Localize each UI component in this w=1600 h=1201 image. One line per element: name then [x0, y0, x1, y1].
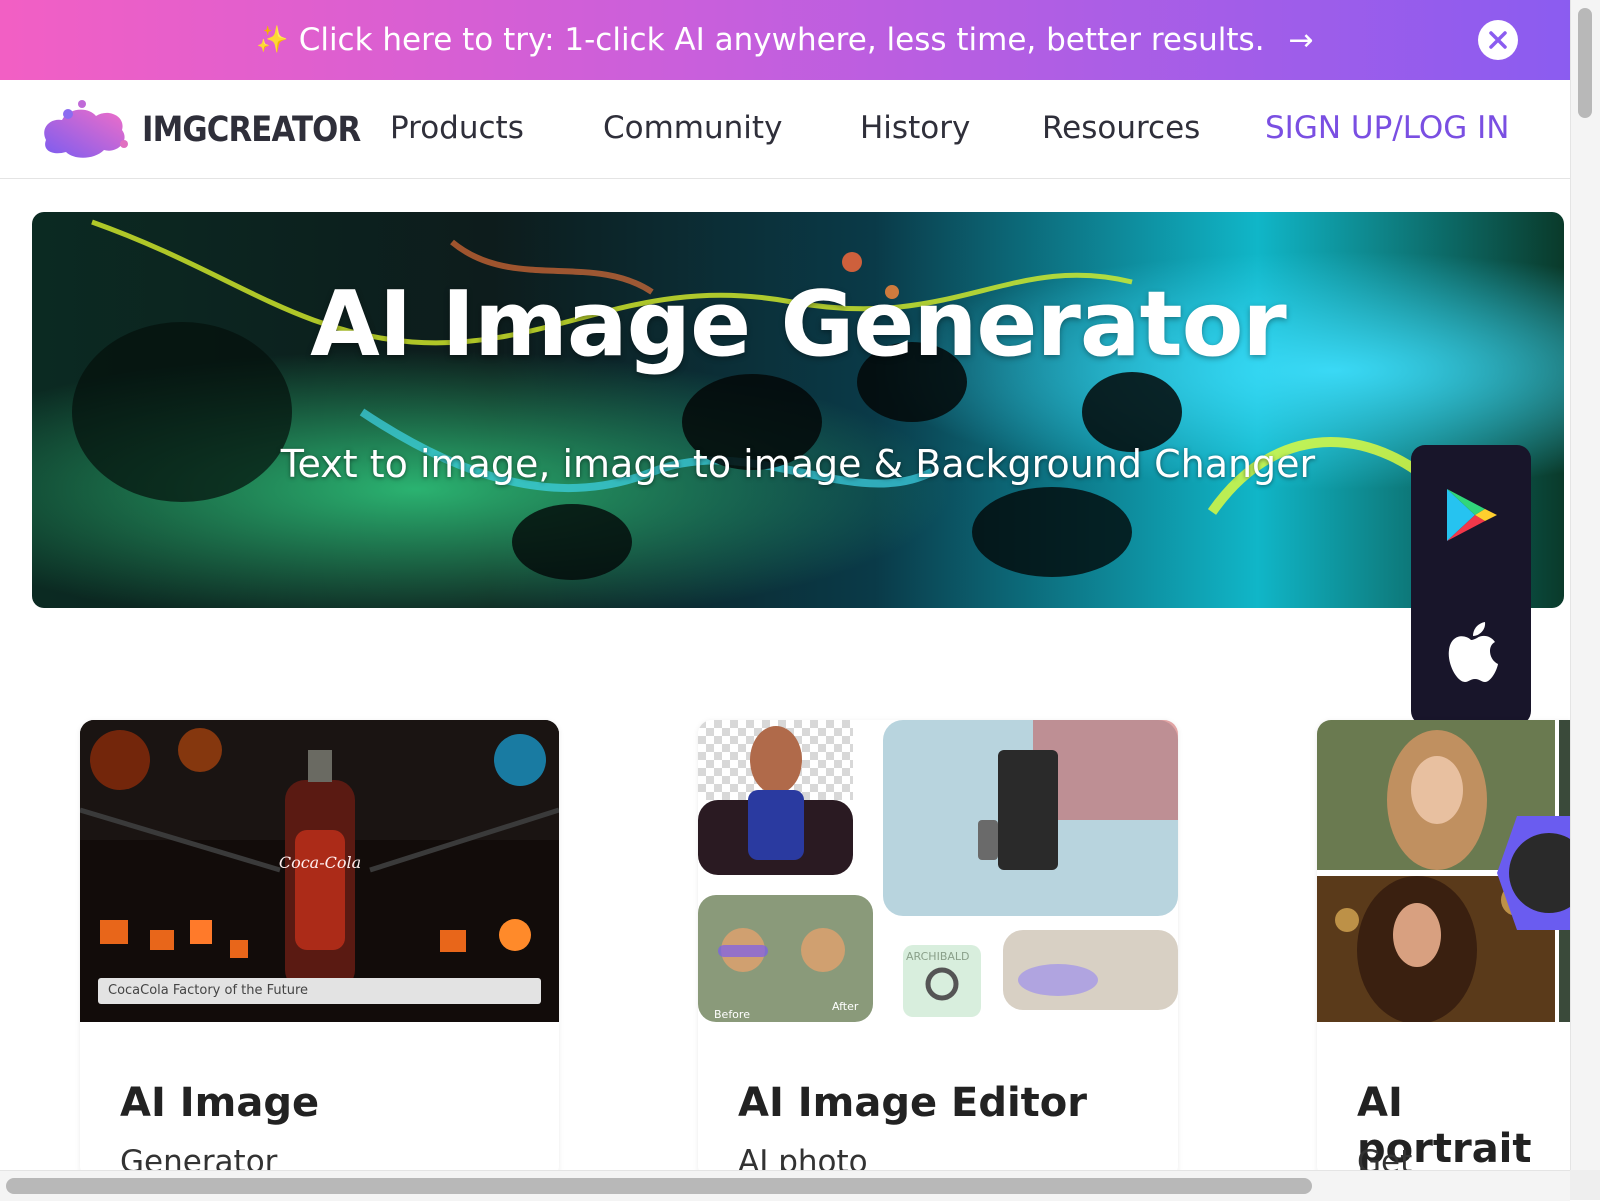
app-download-panel [1411, 445, 1531, 725]
promo-banner-link[interactable]: ✨ Click here to try: 1-click AI anywhere… [256, 22, 1313, 58]
sparkle-icon: ✨ [256, 25, 289, 55]
close-banner-button[interactable] [1478, 20, 1518, 60]
google-play-button[interactable] [1441, 485, 1501, 545]
portrait-collage-image [1317, 720, 1570, 1022]
before-label: Before [714, 1008, 750, 1021]
card-image: Before After ARCHIBALD [698, 720, 1178, 1022]
factory-image: Coca-Cola [80, 720, 559, 1022]
product-card-ai-portrait[interactable]: AI portrait Get [1317, 720, 1570, 1180]
vertical-scrollbar-thumb[interactable] [1578, 8, 1592, 118]
close-icon [1489, 31, 1507, 49]
logo-icon [44, 100, 128, 158]
product-card-ai-image-editor[interactable]: Before After ARCHIBALD AI Image Editor A… [698, 720, 1178, 1180]
logo[interactable]: IMGCREATOR [38, 98, 390, 162]
editor-collage-image: Before After ARCHIBALD [698, 720, 1178, 1022]
product-label: ARCHIBALD [906, 950, 970, 963]
nav-item-community[interactable]: Community [603, 110, 782, 146]
nav-item-products[interactable]: Products [390, 110, 524, 146]
arrow-right-icon: → [1288, 22, 1314, 58]
product-card-ai-image-generator[interactable]: Coca-Cola CocaCola Factory of the Future… [80, 720, 559, 1180]
horizontal-scrollbar-thumb[interactable] [6, 1178, 1312, 1194]
nav-item-resources[interactable]: Resources [1042, 110, 1200, 146]
image-caption: CocaCola Factory of the Future [98, 978, 541, 1004]
hero-title: AI Image Generator [310, 272, 1287, 377]
nav-item-history[interactable]: History [860, 110, 970, 146]
after-label: After [832, 1000, 859, 1013]
apple-store-button[interactable] [1443, 620, 1499, 686]
promo-banner-text: Click here to try: 1-click AI anywhere, … [298, 22, 1265, 58]
google-play-icon [1447, 489, 1497, 541]
promo-banner[interactable]: ✨ Click here to try: 1-click AI anywhere… [0, 0, 1570, 80]
svg-text:Coca-Cola: Coca-Cola [279, 853, 361, 872]
hero-banner: AI Image Generator Text to image, image … [32, 212, 1564, 608]
vertical-scrollbar[interactable] [1570, 0, 1600, 1200]
scrollbar-corner [1570, 1170, 1600, 1200]
card-image [1317, 720, 1570, 1022]
hero-subtitle: Text to image, image to image & Backgrou… [280, 442, 1316, 486]
logo-text: IMGCREATOR [142, 110, 361, 150]
card-title: AI Image Editor [738, 1080, 1088, 1126]
card-title: AI Image [120, 1080, 320, 1126]
signup-login-link[interactable]: SIGN UP/LOG IN [1265, 110, 1510, 146]
card-image: Coca-Cola CocaCola Factory of the Future [80, 720, 559, 1022]
navbar: IMGCREATOR Products Community History Re… [0, 80, 1570, 179]
apple-icon [1448, 622, 1498, 682]
